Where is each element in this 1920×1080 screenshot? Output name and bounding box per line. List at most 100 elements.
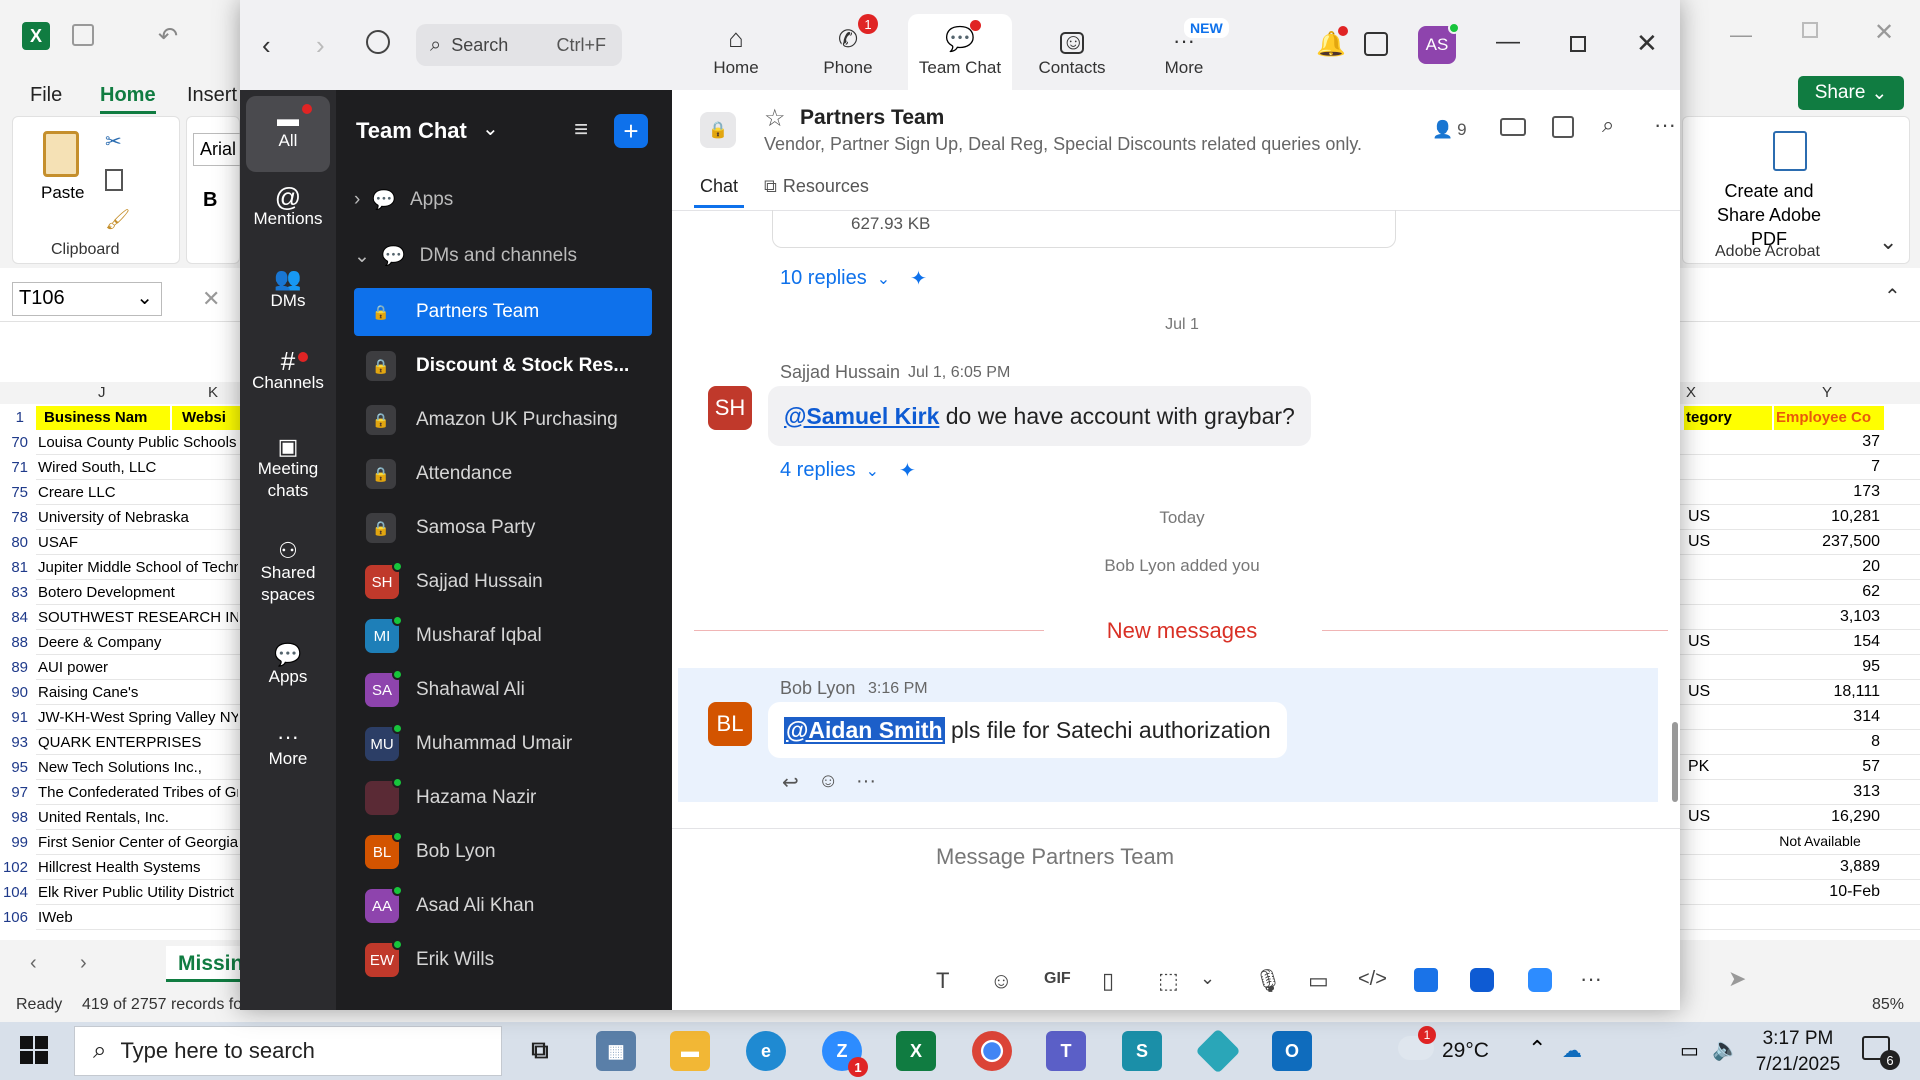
business-name-cell[interactable]: United Rentals, Inc. <box>38 809 238 826</box>
weather-icon[interactable]: 1 <box>1398 1026 1436 1060</box>
channel-item[interactable]: 🔒 Attendance <box>354 450 652 498</box>
maximize-icon[interactable] <box>1570 36 1586 52</box>
undo-icon[interactable]: ↶ <box>158 22 178 51</box>
dm-item[interactable]: AA Asad Ali Khan <box>354 882 652 930</box>
history-icon[interactable] <box>366 30 390 54</box>
business-name-cell[interactable]: University of Nebraska <box>38 509 238 526</box>
employee-count-cell[interactable]: 57 <box>1760 758 1880 776</box>
close-icon[interactable]: ✕ <box>1636 28 1658 59</box>
nav-home[interactable]: ⌂ Home <box>684 14 788 90</box>
business-name-cell[interactable]: Elk River Public Utility District <box>38 884 238 901</box>
emoji-icon[interactable]: ☺ <box>990 968 1012 994</box>
channel-item[interactable]: 🔒 Amazon UK Purchasing <box>354 396 652 444</box>
employee-count-cell[interactable]: 10-Feb <box>1760 883 1880 901</box>
employee-count-cell[interactable]: 37 <box>1760 433 1880 451</box>
business-name-cell[interactable]: Raising Cane's <box>38 684 238 701</box>
excel-restore-icon[interactable] <box>1802 22 1818 38</box>
row-number[interactable]: 97 <box>0 784 28 801</box>
website-header[interactable]: Websi <box>172 406 240 430</box>
taskbar-search[interactable]: ⌕ Type here to search <box>74 1026 502 1076</box>
row-number[interactable]: 106 <box>0 909 28 926</box>
sheet-tab[interactable]: Missin <box>166 946 240 982</box>
file-explorer-icon[interactable]: ▬ <box>670 1031 710 1071</box>
column-x[interactable]: X <box>1686 384 1696 401</box>
teams-icon[interactable]: T <box>1046 1031 1086 1071</box>
business-name-cell[interactable]: Hillcrest Health Systems <box>38 859 238 876</box>
nav-more[interactable]: ··· NEW More <box>1132 14 1236 90</box>
excel-minimize-icon[interactable]: — <box>1730 22 1752 48</box>
send-icon[interactable]: ➤ <box>1728 966 1746 992</box>
formula-expand-icon[interactable]: ⌃ <box>1884 284 1901 309</box>
more-tools-icon[interactable]: ··· <box>1580 966 1602 992</box>
chevron-down-icon[interactable]: ⌄ <box>1200 968 1215 989</box>
calculator-icon[interactable]: ▦ <box>596 1031 636 1071</box>
file-attach-icon[interactable]: ▯ <box>1102 968 1114 994</box>
app-s-icon[interactable]: S <box>1122 1031 1162 1071</box>
employee-count-cell[interactable]: 3,889 <box>1760 858 1880 876</box>
composer-input[interactable]: Message Partners Team <box>936 844 1174 870</box>
row-number[interactable]: 81 <box>0 559 28 576</box>
sheet-next-icon[interactable]: › <box>80 952 87 975</box>
filter-icon[interactable]: ≡ <box>574 116 588 144</box>
row-number[interactable]: 78 <box>0 509 28 526</box>
menu-file[interactable]: File <box>30 84 62 107</box>
video-icon[interactable] <box>1500 118 1526 136</box>
dms-section[interactable]: ⌄ 💬 DMs and channels <box>354 244 577 268</box>
message-avatar-bl[interactable]: BL <box>708 702 752 746</box>
category-cell[interactable]: US <box>1688 808 1710 826</box>
business-name-cell[interactable]: QUARK ENTERPRISES <box>38 734 238 751</box>
notification-center-icon[interactable]: 6 <box>1862 1036 1900 1070</box>
employee-count-cell[interactable]: 314 <box>1760 708 1880 726</box>
minimize-icon[interactable]: — <box>1496 28 1520 56</box>
format-painter-icon[interactable]: 🖌 <box>105 207 130 232</box>
reply-icon[interactable]: ↩ <box>782 770 799 795</box>
replies-link-2[interactable]: 4 replies ⌄ ✦ <box>780 458 916 483</box>
employee-count-header[interactable]: Employee Co <box>1774 406 1884 430</box>
channel-item[interactable]: 🔒 Discount & Stock Res... <box>354 342 652 390</box>
start-button[interactable] <box>20 1036 48 1064</box>
back-arrow-icon[interactable]: ‹ <box>262 30 271 61</box>
pdf-icon[interactable] <box>1773 131 1807 171</box>
excel-taskbar-icon[interactable]: X <box>896 1031 936 1071</box>
network-icon[interactable]: ▭ <box>1680 1038 1699 1063</box>
employee-count-cell[interactable]: 154 <box>1760 633 1880 651</box>
business-name-cell[interactable]: Wired South, LLC <box>38 459 238 476</box>
replies-link-1[interactable]: 10 replies ⌄ ✦ <box>780 266 927 291</box>
row-number[interactable]: 71 <box>0 459 28 476</box>
row-number[interactable]: 102 <box>0 859 28 876</box>
row-number[interactable]: 89 <box>0 659 28 676</box>
apps-section[interactable]: › 💬 Apps <box>354 188 453 212</box>
tab-resources[interactable]: ⧉ Resources <box>764 176 869 197</box>
profile-avatar[interactable]: AS <box>1418 22 1460 64</box>
tray-chevron-icon[interactable]: ⌃ <box>1528 1036 1546 1062</box>
zoom-taskbar-icon[interactable]: Z 1 <box>822 1031 868 1077</box>
screenshot-icon[interactable]: ⬚ <box>1158 968 1179 994</box>
onedrive-icon[interactable]: ☁ <box>1562 1038 1582 1063</box>
app-icon-chat[interactable] <box>1470 968 1494 992</box>
employee-count-cell[interactable]: 20 <box>1760 558 1880 576</box>
business-name-cell[interactable]: IWeb <box>38 909 238 926</box>
category-cell[interactable]: US <box>1688 533 1710 551</box>
business-name-cell[interactable]: Botero Development <box>38 584 238 601</box>
nav-phone[interactable]: ✆ 1 Phone <box>796 14 900 90</box>
nav-contacts[interactable]: ☺ Contacts <box>1020 14 1124 90</box>
edge-icon[interactable]: e <box>746 1031 786 1071</box>
forward-arrow-icon[interactable]: › <box>316 30 325 61</box>
employee-count-cell[interactable]: Not Available <box>1760 833 1880 849</box>
app-icon-docs[interactable] <box>1414 968 1438 992</box>
employee-count-cell[interactable]: 95 <box>1760 658 1880 676</box>
excel-close-icon[interactable]: ✕ <box>1874 18 1894 47</box>
ribbon-collapse-icon[interactable]: ⌄ <box>1879 229 1897 255</box>
row-number[interactable]: 95 <box>0 759 28 776</box>
category-header[interactable]: tegory <box>1684 406 1772 430</box>
scrollbar-thumb[interactable] <box>1672 722 1678 802</box>
row-number[interactable]: 75 <box>0 484 28 501</box>
msg1-sender[interactable]: Sajjad Hussain <box>780 362 900 383</box>
row-number[interactable]: 83 <box>0 584 28 601</box>
formula-cancel-icon[interactable]: ✕ <box>202 286 220 312</box>
members-button[interactable]: 👤 9 <box>1432 120 1467 140</box>
column-k[interactable]: K <box>208 384 218 401</box>
copy-icon[interactable] <box>105 169 123 191</box>
dm-item[interactable]: Hazama Nazir <box>354 774 652 822</box>
microphone-icon[interactable]: 🎙 <box>1254 968 1282 994</box>
